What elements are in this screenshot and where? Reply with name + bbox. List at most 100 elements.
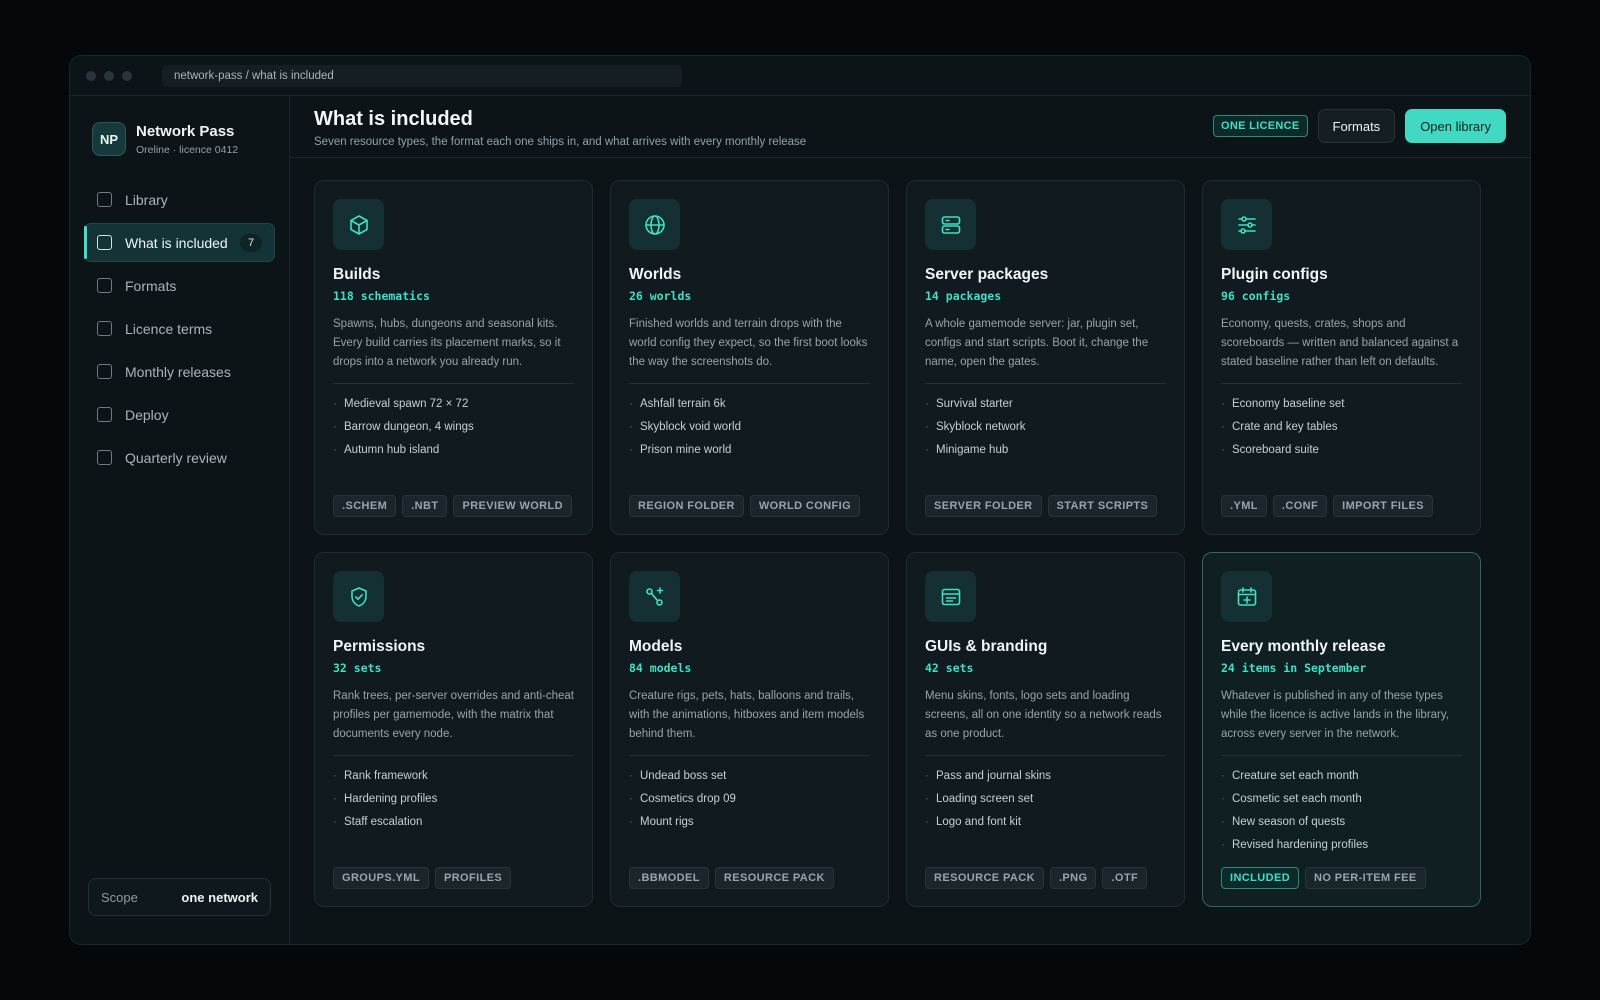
formats-button[interactable]: Formats	[1317, 109, 1396, 143]
list-item: · Autumn hub island	[333, 444, 440, 456]
brand-subtitle: Oreline · licence 0412	[136, 143, 239, 156]
checkbox-icon	[97, 192, 112, 207]
card-title: Server packages	[925, 266, 1049, 283]
card-description: Spawns, hubs, dungeons and seasonal kits…	[333, 318, 561, 368]
tag-row: REGION FOLDER WORLD CONFIG	[629, 495, 861, 517]
header-actions: ONE LICENCE Formats Open library	[1213, 109, 1506, 143]
list-item: · Undead boss set	[629, 770, 727, 782]
resource-card[interactable]: Builds 118 schematics Spawns, hubs, dungeo…	[314, 180, 593, 535]
resource-grid: Builds 118 schematics Spawns, hubs, dungeo…	[314, 180, 1482, 907]
card-title: Models	[629, 638, 683, 655]
sidebar-item-formats[interactable]: Formats	[84, 266, 275, 305]
card-list: · Rank framework · Hardening profiles · Staff…	[333, 765, 574, 834]
resource-card[interactable]: Permissions 32 sets Rank trees, per-server…	[314, 552, 593, 907]
tag-row: GROUPS.YML PROFILES	[333, 867, 512, 889]
maximize-window-dot[interactable]	[122, 70, 132, 81]
sidebar-item-quarterly-review[interactable]: Quarterly review	[84, 438, 275, 477]
card-count: 14 packages	[925, 289, 1002, 303]
divider	[629, 755, 870, 756]
resource-card[interactable]: GUIs & branding 42 sets Menu skins, fonts,…	[906, 552, 1185, 907]
card-list: · Survival starter · Skyblock network · Minig…	[925, 393, 1166, 462]
list-item: · Survival starter	[925, 398, 1013, 410]
shield-check-icon	[333, 571, 384, 622]
tag-row: .BBMODEL RESOURCE PACK	[629, 867, 834, 889]
resource-card[interactable]: Plugin configs 96 configs Economy, quests,…	[1202, 180, 1481, 535]
model-nodes-icon	[629, 571, 680, 622]
list-item: · Hardening profiles	[333, 793, 438, 805]
main-content: What is included Seven resource types, t…	[290, 96, 1530, 944]
card-list: · Ashfall terrain 6k · Skyblock void world ·…	[629, 393, 870, 462]
list-item: · Cosmetic set each month	[1221, 793, 1362, 805]
divider	[333, 383, 574, 384]
format-tag: SERVER FOLDER	[925, 495, 1042, 517]
card-list: · Creature set each month · Cosmetic set ea…	[1221, 765, 1462, 857]
tag-row: SERVER FOLDER START SCRIPTS	[925, 495, 1158, 517]
format-tag: START SCRIPTS	[1047, 495, 1158, 517]
sidebar-item-what-is-included[interactable]: What is included 7	[84, 223, 275, 262]
format-tag: .PNG	[1049, 867, 1097, 889]
format-tag: NO PER-ITEM FEE	[1305, 867, 1426, 889]
list-item: · Mount rigs	[629, 816, 694, 828]
page-header: What is included Seven resource types, t…	[290, 96, 1530, 158]
tag-row: RESOURCE PACK .PNG .OTF	[925, 867, 1148, 889]
sidebar-item-label: Licence terms	[125, 320, 213, 337]
checkbox-icon	[97, 321, 112, 336]
close-window-dot[interactable]	[86, 70, 96, 81]
card-count: 24 items in September	[1221, 661, 1367, 675]
minimize-window-dot[interactable]	[104, 70, 114, 81]
list-item: · Barrow dungeon, 4 wings	[333, 421, 474, 433]
card-description: Economy, quests, crates, shops and score…	[1221, 318, 1459, 368]
card-list: · Economy baseline set · Crate and key tabl…	[1221, 393, 1462, 462]
tag-row: .SCHEM .NBT PREVIEW WORLD	[333, 495, 572, 517]
list-item: · Pass and journal skins	[925, 770, 1052, 782]
resource-card[interactable]: Worlds 26 worlds Finished worlds and terra…	[610, 180, 889, 535]
cube-icon	[333, 199, 384, 250]
sliders-icon	[1221, 199, 1272, 250]
open-library-button[interactable]: Open library	[1405, 109, 1506, 143]
list-item: · Revised hardening profiles	[1221, 839, 1369, 851]
list-item: · Cosmetics drop 09	[629, 793, 736, 805]
list-item: · New season of quests	[1221, 816, 1346, 828]
sidebar-item-label: Quarterly review	[125, 449, 227, 466]
card-title: Builds	[333, 266, 381, 283]
format-tag: GROUPS.YML	[333, 867, 429, 889]
divider	[1221, 755, 1462, 756]
list-item: · Economy baseline set	[1221, 398, 1345, 410]
divider	[925, 383, 1166, 384]
card-count: 96 configs	[1221, 289, 1291, 303]
card-description: Rank trees, per-server overrides and ant…	[333, 690, 574, 740]
sidebar-item-label: What is included	[125, 234, 228, 251]
format-tag: .BBMODEL	[629, 867, 709, 889]
sidebar-item-monthly-releases[interactable]: Monthly releases	[84, 352, 275, 391]
format-tag: .YML	[1221, 495, 1267, 517]
brand-name: Network Pass	[136, 122, 235, 140]
sidebar-item-label: Monthly releases	[125, 363, 231, 380]
licence-badge: ONE LICENCE	[1213, 115, 1308, 137]
format-tag: IMPORT FILES	[1333, 495, 1433, 517]
format-tag: .NBT	[402, 495, 448, 517]
format-tag: .CONF	[1272, 495, 1328, 517]
format-tag: WORLD CONFIG	[749, 495, 861, 517]
checkbox-icon	[97, 450, 112, 465]
resource-card[interactable]: Every monthly release 24 items in Septemb…	[1202, 552, 1481, 907]
resource-card[interactable]: Models 84 models Creature rigs, pets, hats…	[610, 552, 889, 907]
sidebar-item-licence-terms[interactable]: Licence terms	[84, 309, 275, 348]
list-item: · Creature set each month	[1221, 770, 1359, 782]
scope-value: one network	[181, 889, 258, 905]
card-count: 84 models	[629, 661, 692, 675]
list-item: · Skyblock void world	[629, 421, 741, 433]
avatar: NP	[92, 122, 126, 156]
sidebar-item-deploy[interactable]: Deploy	[84, 395, 275, 434]
scope-selector[interactable]: Scope one network	[88, 878, 271, 916]
sidebar-item-label: Formats	[125, 277, 177, 294]
card-list: · Medieval spawn 72 × 72 · Barrow dungeon, …	[333, 393, 574, 462]
list-item: · Scoreboard suite	[1221, 444, 1319, 456]
resource-card[interactable]: Server packages 14 packages A whole gamemo…	[906, 180, 1185, 535]
card-description: Menu skins, fonts, logo sets and loading…	[925, 690, 1162, 740]
address-bar[interactable]: network-pass / what is included	[162, 65, 682, 87]
divider	[925, 755, 1166, 756]
list-item: · Logo and font kit	[925, 816, 1022, 828]
list-item: · Loading screen set	[925, 793, 1034, 805]
sidebar-item-label: Deploy	[125, 406, 169, 423]
sidebar-item-library[interactable]: Library	[84, 180, 275, 219]
